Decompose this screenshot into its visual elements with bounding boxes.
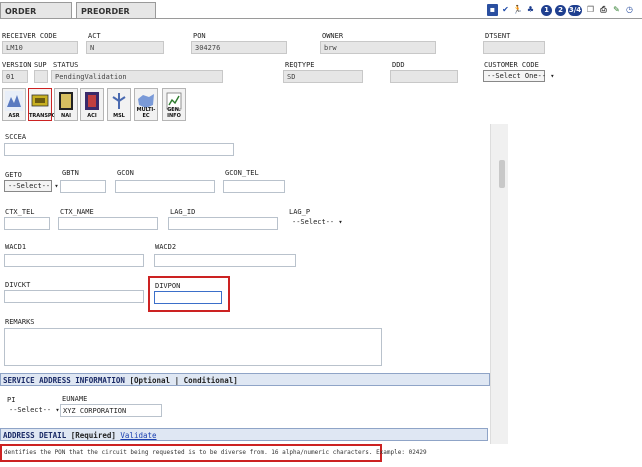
wacd2-label: WACD2 bbox=[155, 243, 177, 251]
service-address-header: SERVICE ADDRESS INFORMATION [Optional | … bbox=[0, 373, 490, 386]
address-detail-title: ADDRESS DETAIL bbox=[3, 431, 67, 440]
tab-order[interactable]: ORDER bbox=[0, 2, 72, 18]
page-1-icon[interactable]: 1 bbox=[541, 5, 552, 16]
divckt-input[interactable] bbox=[4, 290, 144, 303]
version-field: 01 bbox=[2, 70, 28, 83]
reqtype-field: SD bbox=[283, 70, 363, 83]
sccea-input[interactable] bbox=[4, 143, 234, 156]
pon-label: PON bbox=[193, 32, 206, 40]
transport-icon bbox=[31, 94, 49, 107]
asr-icon bbox=[5, 91, 23, 111]
validate-link[interactable]: Validate bbox=[120, 431, 156, 440]
check-icon[interactable]: ✔ bbox=[500, 4, 511, 16]
gcon-tel-input[interactable] bbox=[223, 180, 285, 193]
reqtype-label: REQTYPE bbox=[285, 61, 315, 69]
msl-icon-label: MSL bbox=[113, 113, 125, 119]
nai-icon-button[interactable]: NAI bbox=[54, 88, 78, 121]
asr-icon-label: ASR bbox=[8, 113, 20, 119]
sccea-label: SCCEA bbox=[5, 133, 27, 141]
wacd1-input[interactable] bbox=[4, 254, 144, 267]
divpon-label: DIVPON bbox=[155, 282, 181, 290]
lag-id-label: LAG_ID bbox=[170, 208, 196, 216]
nai-icon-label: NAI bbox=[61, 113, 71, 119]
sup-label: SUP bbox=[34, 61, 47, 69]
address-detail-required: [Required] bbox=[70, 431, 116, 440]
wacd2-input[interactable] bbox=[154, 254, 296, 267]
gcon-label: GCON bbox=[117, 169, 134, 177]
gbtn-input[interactable] bbox=[60, 180, 106, 193]
gbtn-label: GBTN bbox=[62, 169, 79, 177]
status-label: STATUS bbox=[53, 61, 79, 69]
geto-label: GETO bbox=[5, 171, 22, 179]
remarks-label: REMARKS bbox=[5, 318, 35, 326]
page-2-icon[interactable]: 2 bbox=[555, 5, 566, 16]
gen-info-icon-button[interactable]: GEN. INFO bbox=[162, 88, 186, 121]
copy-icon[interactable]: ❐ bbox=[585, 4, 596, 16]
ctx-name-label: CTX_NAME bbox=[60, 208, 94, 216]
owner-field: brw bbox=[320, 41, 436, 54]
page-34-icon[interactable]: 3/4 bbox=[568, 5, 582, 16]
gcon-input[interactable] bbox=[115, 180, 215, 193]
msl-icon-button[interactable]: MSL bbox=[107, 88, 131, 121]
pi-select[interactable]: --Select-- ▾ bbox=[6, 405, 60, 417]
pi-label: PI bbox=[7, 396, 16, 404]
ddd-field bbox=[390, 70, 458, 83]
divpon-input[interactable] bbox=[154, 291, 222, 304]
sup-field bbox=[34, 70, 48, 83]
asr-icon-button[interactable]: ASR bbox=[2, 88, 26, 121]
transport-icon-button[interactable]: TRANSPORT bbox=[28, 88, 63, 121]
customer-code-label: CUSTOMER CODE bbox=[484, 61, 539, 69]
lag-p-select[interactable]: --Select-- ▾ bbox=[289, 217, 343, 229]
euname-label: EUNAME bbox=[62, 395, 88, 403]
receiver-code-field: LM10 bbox=[2, 41, 78, 54]
runner-icon[interactable]: 🏃 bbox=[512, 4, 523, 16]
dtsent-label: DTSENT bbox=[485, 32, 511, 40]
aci-icon bbox=[85, 92, 99, 110]
ctx-name-input[interactable] bbox=[58, 217, 158, 230]
print-icon[interactable]: ⎙ bbox=[598, 4, 609, 16]
geto-select[interactable]: --Select-- ▾ bbox=[4, 180, 59, 192]
ddd-label: DDD bbox=[392, 61, 405, 69]
help-text: dentifies the PON that the circuit being… bbox=[4, 449, 427, 456]
tab-divider bbox=[0, 18, 642, 19]
transport-icon-label: TRANSPORT bbox=[29, 113, 63, 119]
customer-code-select[interactable]: --Select One-- ▾ bbox=[483, 70, 554, 82]
service-address-tags: [Optional | Conditional] bbox=[129, 376, 238, 385]
scrollbar-thumb[interactable] bbox=[499, 160, 505, 188]
gcon-tel-label: GCON_TEL bbox=[225, 169, 259, 177]
euname-input[interactable]: XYZ CORPORATION bbox=[60, 404, 162, 417]
msl-icon bbox=[112, 93, 126, 109]
wacd1-label: WACD1 bbox=[5, 243, 27, 251]
status-field: PendingValidation bbox=[51, 70, 223, 83]
nai-icon bbox=[59, 92, 73, 110]
pon-field: 304276 bbox=[191, 41, 287, 54]
version-label: VERSION bbox=[2, 61, 32, 69]
lag-id-input[interactable] bbox=[168, 217, 278, 230]
tab-preorder[interactable]: PREORDER bbox=[76, 2, 156, 18]
act-field: N bbox=[86, 41, 164, 54]
divckt-label: DIVCKT bbox=[5, 281, 31, 289]
service-address-title: SERVICE ADDRESS INFORMATION bbox=[3, 376, 125, 385]
ctx-tel-input[interactable] bbox=[4, 217, 50, 230]
multi-ec-icon-label: MULTI-EC bbox=[136, 107, 156, 119]
receiver-code-label: RECEIVER CODE bbox=[2, 32, 57, 40]
lag-p-label: LAG_P bbox=[289, 208, 311, 216]
act-label: ACT bbox=[88, 32, 101, 40]
edit-icon[interactable]: ✎ bbox=[611, 4, 622, 16]
clock-icon[interactable]: ◷ bbox=[624, 4, 635, 16]
aci-icon-label: ACI bbox=[87, 113, 97, 119]
ctx-tel-label: CTX_TEL bbox=[5, 208, 35, 216]
dtsent-field bbox=[483, 41, 545, 54]
aci-icon-button[interactable]: ACI bbox=[80, 88, 104, 121]
owner-label: OWNER bbox=[322, 32, 344, 40]
remarks-textarea[interactable] bbox=[4, 328, 382, 366]
save-icon[interactable]: ▪ bbox=[487, 4, 498, 16]
multi-ec-icon-button[interactable]: MULTI-EC bbox=[134, 88, 158, 121]
gen-info-icon-label: GEN. INFO bbox=[167, 107, 181, 119]
address-detail-header: ADDRESS DETAIL [Required] Validate bbox=[0, 428, 488, 441]
tree-icon[interactable]: ♣ bbox=[525, 4, 536, 16]
